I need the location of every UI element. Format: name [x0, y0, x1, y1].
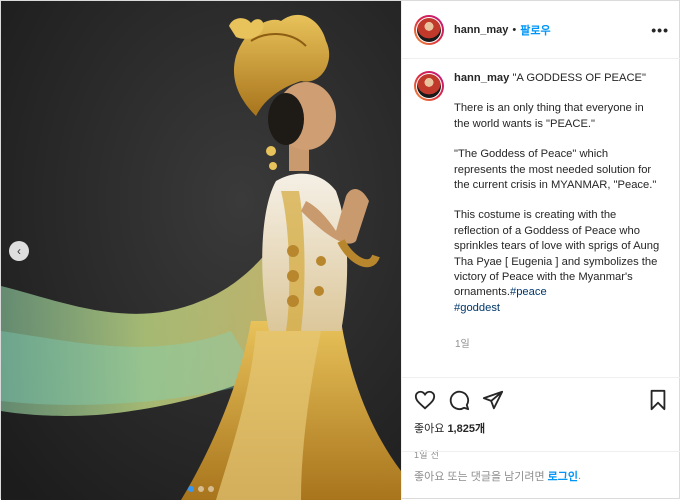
follow-button[interactable]: 팔로우	[520, 22, 550, 38]
caption-text: hann_may "A GODDESS OF PEACE" There is a…	[454, 71, 662, 331]
header-username[interactable]: hann_may	[454, 24, 508, 36]
login-prompt-text: 좋아요 또는 댓글을 남기려면	[414, 471, 545, 483]
comment-icon[interactable]	[448, 389, 470, 411]
likes-prefix: 좋아요	[414, 423, 445, 435]
likes-number: 1,825개	[447, 423, 486, 435]
instagram-post: ‹ hann_may • 팔로우 ••• hann_may "A GODDESS…	[0, 0, 680, 500]
carousel-dot	[188, 486, 194, 492]
hashtag-peace[interactable]: #peace	[510, 286, 547, 298]
heart-icon[interactable]	[414, 389, 436, 411]
caption-time: 1일	[455, 339, 470, 351]
carousel-prev-button[interactable]: ‹	[9, 241, 29, 261]
post-sidebar: hann_may • 팔로우 ••• hann_may "A GODDESS O…	[401, 1, 680, 500]
costume-photo-illustration	[1, 1, 401, 500]
login-prompt: 좋아요 또는 댓글을 남기려면 로그인.	[402, 451, 680, 500]
login-link[interactable]: 로그인	[548, 468, 578, 484]
caption-paragraph-1: There is an only thing that everyone in …	[454, 102, 644, 130]
post-header: hann_may • 팔로우 •••	[402, 1, 680, 59]
post-photo[interactable]: ‹	[1, 1, 401, 500]
likes-count[interactable]: 좋아요 1,825개	[414, 420, 669, 436]
caption-paragraph-3: This costume is creating with the reflec…	[454, 209, 660, 299]
chevron-left-icon: ‹	[17, 244, 21, 258]
hashtag-goddest[interactable]: #goddest	[454, 302, 500, 314]
header-separator: •	[512, 23, 517, 36]
share-icon[interactable]	[482, 389, 504, 411]
bookmark-icon[interactable]	[647, 389, 669, 411]
carousel-dot	[208, 486, 214, 492]
carousel-dots	[1, 486, 401, 492]
more-options-icon[interactable]: •••	[651, 22, 669, 38]
avatar[interactable]	[414, 14, 444, 45]
caption-avatar[interactable]	[414, 71, 444, 101]
caption-title: "A GODDESS OF PEACE"	[512, 72, 646, 84]
carousel-dot	[198, 486, 204, 492]
caption-username[interactable]: hann_may	[454, 72, 509, 84]
caption-section: hann_may "A GODDESS OF PEACE" There is a…	[402, 59, 680, 377]
caption-paragraph-2: "The Goddess of Peace" which represents …	[454, 148, 657, 192]
login-prompt-suffix: .	[578, 470, 582, 482]
action-bar: 좋아요 1,825개 1일 전	[402, 377, 680, 461]
